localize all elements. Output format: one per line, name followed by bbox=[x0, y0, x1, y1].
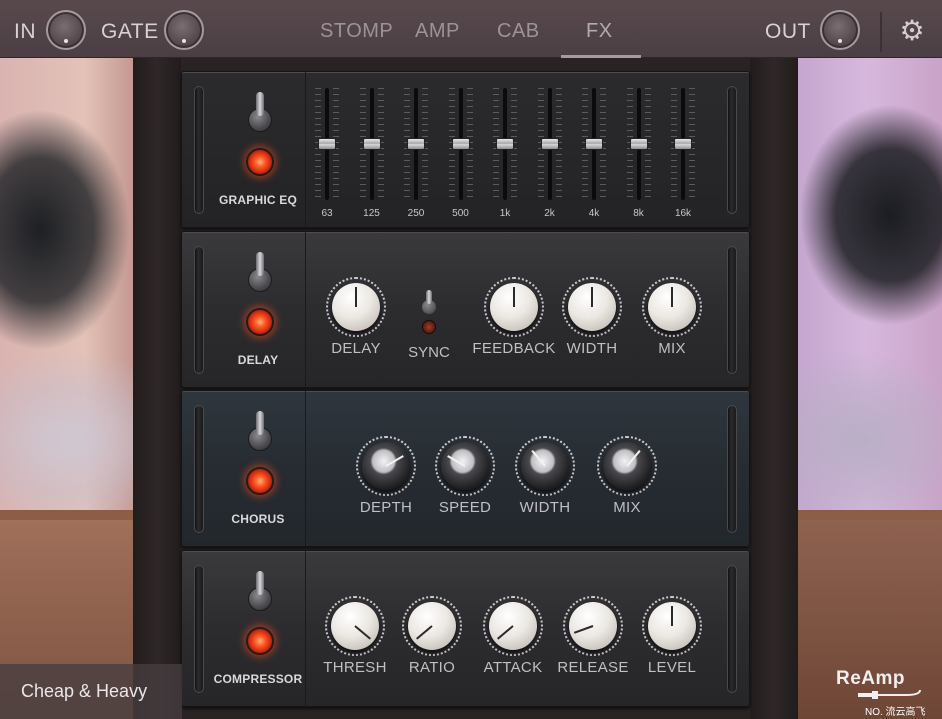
output-knob[interactable] bbox=[820, 10, 860, 50]
chorus-status-led bbox=[246, 467, 274, 495]
unit-control-panel: DELAY bbox=[210, 232, 306, 387]
delay-time-knob[interactable]: DELAY bbox=[321, 277, 391, 367]
eq-freq-label: 2k bbox=[544, 208, 555, 219]
rack-rail-left bbox=[133, 58, 181, 719]
rack-handle-icon bbox=[194, 246, 204, 374]
rack-handle-icon bbox=[727, 86, 737, 214]
eq-band-2k: 2k bbox=[535, 84, 565, 224]
watermark-text: NO. 流云高飞 bbox=[865, 707, 926, 718]
eq-freq-label: 4k bbox=[588, 208, 600, 219]
knob-label: LEVEL bbox=[647, 659, 697, 676]
rack-rail-right bbox=[750, 58, 798, 719]
eq-band-16k: 16k bbox=[668, 84, 698, 224]
output-label: OUT bbox=[765, 20, 811, 43]
tab-fx[interactable]: FX bbox=[586, 20, 613, 43]
eq-freq-label: 1k bbox=[499, 208, 511, 219]
chorus-mix-knob[interactable]: MIX bbox=[592, 436, 662, 526]
eq-freq-label: 8k bbox=[633, 208, 644, 219]
compressor-bypass-toggle[interactable] bbox=[247, 571, 273, 611]
tab-amp[interactable]: AMP bbox=[415, 20, 460, 43]
compressor-status-led bbox=[246, 627, 274, 655]
input-knob[interactable] bbox=[46, 10, 86, 50]
topbar-divider bbox=[880, 12, 882, 52]
eq-slider-handle[interactable] bbox=[585, 138, 603, 150]
eq-freq-label: 500 bbox=[452, 208, 469, 219]
compressor-unit: COMPRESSOR THRESH RATIO ATTACK RELEASE L… bbox=[181, 550, 750, 707]
compressor-ratio-knob[interactable]: RATIO bbox=[397, 596, 467, 686]
rack-handle-icon bbox=[194, 565, 204, 693]
eq-band-125: 125 bbox=[357, 84, 387, 224]
unit-control-panel: GRAPHIC EQ bbox=[210, 72, 306, 227]
delay-status-led bbox=[246, 308, 274, 336]
eq-slider-handle[interactable] bbox=[540, 138, 559, 150]
sync-label: SYNC bbox=[408, 344, 450, 361]
unit-control-panel: CHORUS bbox=[210, 391, 306, 546]
eq-bypass-toggle[interactable] bbox=[247, 92, 273, 132]
gate-knob[interactable] bbox=[164, 10, 204, 50]
eq-band-63: 63 bbox=[312, 84, 342, 224]
sync-toggle[interactable] bbox=[422, 290, 436, 314]
rack-handle-icon bbox=[194, 86, 204, 214]
rack-handle-icon bbox=[727, 246, 737, 374]
eq-band-250: 250 bbox=[401, 84, 431, 224]
chorus-unit-name: CHORUS bbox=[231, 512, 285, 526]
knob-label: DELAY bbox=[331, 340, 381, 357]
compressor-unit-name: COMPRESSOR bbox=[213, 672, 303, 686]
rack-handle-icon bbox=[727, 405, 737, 533]
chorus-bypass-toggle[interactable] bbox=[247, 411, 273, 451]
eq-status-led bbox=[246, 148, 274, 176]
eq-band-8k: 8k bbox=[624, 84, 654, 224]
eq-freq-label: 16k bbox=[674, 208, 692, 219]
chorus-unit: CHORUS DEPTH SPEED WIDTH MIX bbox=[181, 390, 750, 547]
eq-band-500: 500 bbox=[446, 84, 476, 224]
knob-label: MIX bbox=[613, 499, 641, 516]
tab-stomp[interactable]: STOMP bbox=[320, 20, 393, 43]
top-bar: IN GATE STOMP AMP CAB FX OUT ⚙ bbox=[0, 0, 942, 58]
graphic-eq-unit: GRAPHIC EQ 63 125 250 500 1k 2k 4k 8k 16k bbox=[181, 71, 750, 228]
preset-name[interactable]: Cheap & Heavy bbox=[0, 664, 182, 719]
eq-slider-handle[interactable] bbox=[318, 138, 336, 150]
sync-led bbox=[422, 320, 436, 334]
eq-sliders: 63 125 250 500 1k 2k 4k 8k 16k bbox=[312, 84, 712, 224]
eq-band-4k: 4k bbox=[579, 84, 609, 224]
delay-bypass-toggle[interactable] bbox=[247, 252, 273, 292]
compressor-level-knob[interactable]: LEVEL bbox=[637, 596, 707, 686]
reamp-logo: ReAmp bbox=[836, 668, 906, 689]
eq-slider-handle[interactable] bbox=[451, 138, 470, 150]
eq-freq-label: 250 bbox=[407, 208, 425, 219]
unit-control-panel: COMPRESSOR bbox=[210, 551, 306, 706]
input-label: IN bbox=[14, 20, 36, 43]
rack-handle-icon bbox=[194, 405, 204, 533]
eq-band-1k: 1k bbox=[490, 84, 520, 224]
eq-unit-name: GRAPHIC EQ bbox=[218, 193, 297, 207]
plug-icon bbox=[858, 689, 921, 699]
delay-unit: DELAY DELAY SYNC FEEDBACK WIDTH MIX bbox=[181, 231, 750, 388]
delay-mix-knob[interactable]: MIX bbox=[637, 277, 707, 367]
eq-freq-label: 63 bbox=[321, 208, 333, 219]
rack-handle-icon bbox=[727, 565, 737, 693]
eq-slider-handle[interactable] bbox=[362, 138, 381, 150]
eq-slider-handle[interactable] bbox=[407, 138, 425, 150]
delay-unit-name: DELAY bbox=[237, 353, 279, 367]
chorus-width-knob[interactable]: WIDTH bbox=[510, 436, 580, 526]
eq-slider-handle[interactable] bbox=[674, 138, 692, 150]
eq-freq-label: 125 bbox=[363, 208, 380, 219]
sync-control[interactable]: SYNC bbox=[408, 290, 450, 380]
tab-cab[interactable]: CAB bbox=[497, 20, 540, 43]
eq-slider-handle[interactable] bbox=[629, 138, 648, 150]
eq-slider-handle[interactable] bbox=[496, 138, 514, 150]
gate-label: GATE bbox=[101, 20, 159, 43]
gear-icon[interactable]: ⚙ bbox=[897, 16, 927, 46]
knob-label: MIX bbox=[658, 340, 686, 357]
